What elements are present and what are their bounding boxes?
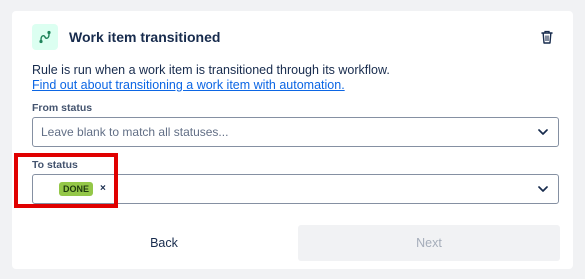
card-title: Work item transitioned	[69, 29, 221, 45]
help-link[interactable]: Find out about transitioning a work item…	[32, 78, 345, 93]
from-status-label: From status	[32, 102, 93, 114]
transition-icon	[32, 24, 58, 50]
rule-trigger-card: Work item transitioned Rule is run when …	[12, 11, 573, 269]
chevron-down-icon[interactable]	[537, 126, 549, 138]
from-status-select[interactable]: Leave blank to match all statuses...	[32, 117, 559, 147]
chevron-down-icon[interactable]	[537, 183, 549, 195]
trash-icon[interactable]	[537, 27, 557, 47]
from-status-placeholder: Leave blank to match all statuses...	[41, 125, 229, 139]
back-button[interactable]: Back	[33, 225, 295, 261]
highlight-annotation	[14, 153, 118, 208]
trigger-description: Rule is run when a work item is transiti…	[32, 63, 390, 77]
next-button[interactable]: Next	[298, 225, 560, 261]
card-header: Work item transitioned	[32, 24, 557, 50]
